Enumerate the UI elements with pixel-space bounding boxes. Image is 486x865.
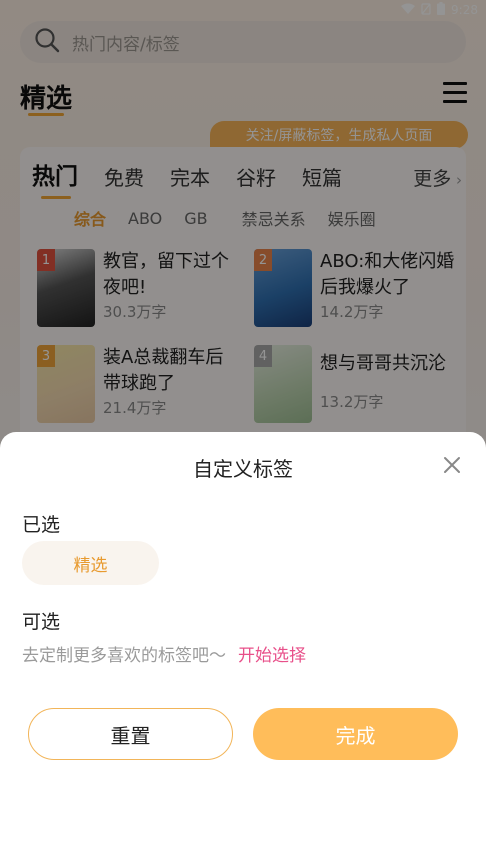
close-icon[interactable] [441,454,463,476]
optional-hint: 去定制更多喜欢的标签吧～ 开始选择 [22,641,306,666]
selected-section-label: 已选 [22,514,61,536]
start-select-link[interactable]: 开始选择 [238,646,306,666]
hint-text: 去定制更多喜欢的标签吧～ [22,646,226,666]
selected-tag-chip[interactable]: 精选 [22,541,159,585]
done-button[interactable]: 完成 [253,708,458,760]
optional-section-label: 可选 [22,611,61,633]
sheet-title: 自定义标签 [193,457,293,481]
reset-button[interactable]: 重置 [28,708,233,760]
